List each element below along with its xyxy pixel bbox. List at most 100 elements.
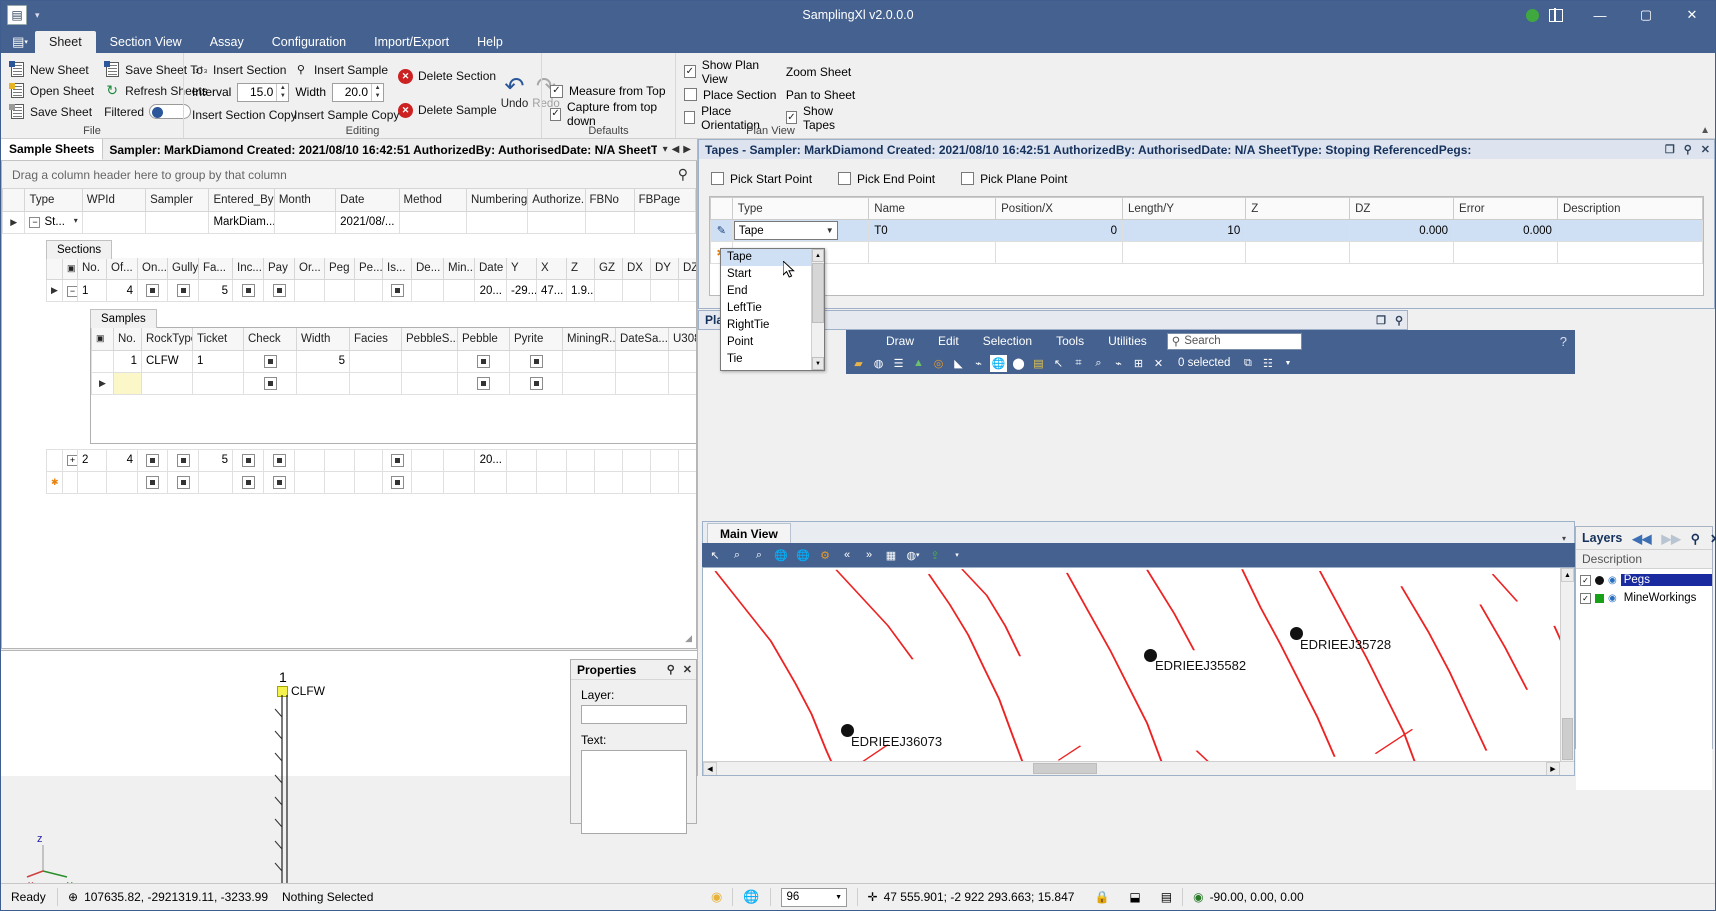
cell-datesa[interactable] [616, 372, 669, 394]
status-note[interactable]: ▤ [1151, 884, 1182, 910]
sections-col-dx[interactable]: DX [623, 258, 651, 280]
status-bulb[interactable]: ◉ [701, 884, 732, 910]
help-icon[interactable]: ? [1560, 334, 1567, 349]
globe-icon[interactable]: 🌐 [990, 355, 1007, 372]
sections-col-peg[interactable]: Peg [325, 258, 355, 280]
sheet-dropdown-icon[interactable]: ▾ [663, 144, 668, 155]
clear-selection-icon[interactable]: ✕ [1150, 355, 1167, 372]
cell-date[interactable]: 20... [475, 280, 507, 302]
cell-dy[interactable] [651, 280, 679, 302]
tapes-col-z[interactable]: Z [1246, 198, 1350, 220]
sections-col-of[interactable]: Of... [107, 258, 138, 280]
chevron-down-icon[interactable]: ▼ [823, 226, 837, 235]
eye-icon[interactable]: ◉ [1608, 575, 1617, 586]
insert-section-button[interactable]: ₁₂⁺₃ Insert Section [192, 59, 287, 80]
cell-gz[interactable] [595, 471, 623, 493]
cell-miningr[interactable] [563, 372, 616, 394]
cell-of[interactable]: 4 [107, 449, 138, 471]
dropdown-option-point[interactable]: Point [721, 334, 824, 351]
zoom-select[interactable]: 96 ▼ [781, 888, 847, 907]
new-sheet-button[interactable]: New Sheet [9, 59, 94, 80]
forward-icon[interactable]: » [860, 546, 878, 564]
cell-position-x[interactable] [996, 242, 1123, 264]
globe-section-icon[interactable]: 🌐 [794, 546, 812, 564]
cell-name[interactable]: T0 [869, 220, 996, 242]
cell-pebbles[interactable] [402, 372, 458, 394]
samples-col-ticket[interactable]: Ticket [193, 328, 244, 350]
tab-samples[interactable]: Samples [90, 309, 157, 328]
cell-check[interactable] [244, 350, 297, 372]
cell-no[interactable] [78, 471, 107, 493]
sections-col-x[interactable]: X [537, 258, 567, 280]
cell-peg[interactable] [325, 449, 355, 471]
cell-wpid[interactable] [82, 211, 145, 233]
cell-dz[interactable] [679, 449, 698, 471]
chevron-left-icon[interactable]: ◀◀ [1632, 531, 1651, 546]
zoom-in-icon[interactable]: ⌕ [728, 546, 746, 564]
width-stepper[interactable]: ▲▼ [332, 83, 384, 102]
cell-z[interactable] [1246, 220, 1350, 242]
interval-input[interactable] [238, 84, 276, 101]
cell-date[interactable] [475, 471, 507, 493]
select-zoom-icon[interactable]: ⌕ [1090, 355, 1107, 372]
sections-col-pe[interactable]: Pe... [355, 258, 383, 280]
cell-pay[interactable] [264, 280, 295, 302]
layers-column-header[interactable]: Description [1576, 549, 1712, 569]
search-icon[interactable]: ⚲ [678, 166, 688, 183]
cell-z[interactable] [1246, 242, 1350, 264]
open-folder-icon[interactable]: ▰ [850, 355, 867, 372]
cell-expander[interactable]: − [63, 280, 78, 302]
layer-item-mineworkings[interactable]: ✓ ◉ MineWorkings [1576, 589, 1712, 607]
cell-length-y[interactable] [1122, 242, 1245, 264]
tapes-col-name[interactable]: Name [869, 198, 996, 220]
column-sampler[interactable]: Sampler [146, 189, 209, 211]
chevron-down-icon[interactable]: ▼ [832, 894, 846, 901]
menu-draw[interactable]: Draw [874, 334, 926, 348]
samples-col-pebbles[interactable]: PebbleS... [402, 328, 458, 350]
cell-pebbles[interactable] [402, 350, 458, 372]
section-preview-canvas[interactable]: 1 CLFW [1, 650, 697, 776]
tab-sheet[interactable]: Sheet [35, 31, 96, 53]
interval-stepper[interactable]: ▲▼ [237, 83, 289, 102]
cell-or[interactable] [295, 449, 325, 471]
pin-icon[interactable]: ⚲ [1691, 531, 1700, 546]
cell-method[interactable] [399, 211, 466, 233]
column-wpid[interactable]: WPId [82, 189, 145, 211]
chevron-down-icon[interactable]: ▾ [74, 216, 78, 225]
dropdown-scrollbar[interactable]: ▲ ▼ [811, 249, 824, 370]
cell-rocktype[interactable] [142, 372, 193, 394]
samples-col-no[interactable]: No. [114, 328, 142, 350]
cell-entered-by[interactable]: MarkDiam... [209, 211, 274, 233]
cell-x[interactable]: 47... [537, 280, 567, 302]
chevron-right-icon[interactable]: ▶▶ [1662, 531, 1681, 546]
samples-col-width[interactable]: Width [297, 328, 350, 350]
insert-section-copy-button[interactable]: Insert Section Copy [192, 104, 288, 125]
rewind-icon[interactable]: « [838, 546, 856, 564]
cell-pe[interactable] [355, 280, 383, 302]
checkbox-icon[interactable]: ✓ [1580, 593, 1591, 604]
close-icon[interactable]: ✕ [1710, 531, 1716, 546]
sections-col-selector[interactable]: ▣ [63, 258, 78, 280]
cell-dx[interactable] [623, 449, 651, 471]
cell-error[interactable] [1454, 242, 1558, 264]
expander-icon[interactable]: + [67, 455, 78, 466]
cell-sampler[interactable] [146, 211, 209, 233]
scroll-down-icon[interactable]: ▼ [812, 357, 824, 370]
sections-col-dz[interactable]: DZ [679, 258, 698, 280]
cell-pay[interactable] [264, 449, 295, 471]
sections-col-de[interactable]: De... [412, 258, 444, 280]
scroll-up-icon[interactable]: ▲ [812, 249, 824, 262]
menu-tools[interactable]: Tools [1044, 334, 1096, 348]
layers-stack-icon[interactable]: ☰ [890, 355, 907, 372]
restore-icon[interactable]: ❐ [1665, 143, 1675, 156]
main-view-caret-icon[interactable]: ▾ [1554, 534, 1574, 543]
menu-edit[interactable]: Edit [926, 334, 971, 348]
cell-z[interactable] [567, 471, 595, 493]
table-row[interactable]: 1 CLFW 1 5 [92, 350, 698, 372]
tapes-col-description[interactable]: Description [1557, 198, 1702, 220]
list-icon[interactable]: ☷ [1259, 355, 1276, 372]
cell-pebble[interactable] [458, 350, 510, 372]
cell-expander[interactable]: + [63, 449, 78, 471]
grid-icon[interactable]: ▦ [882, 546, 900, 564]
table-row[interactable]: ▶ −St...▾ MarkDiam... 2021/08/... [3, 211, 696, 233]
